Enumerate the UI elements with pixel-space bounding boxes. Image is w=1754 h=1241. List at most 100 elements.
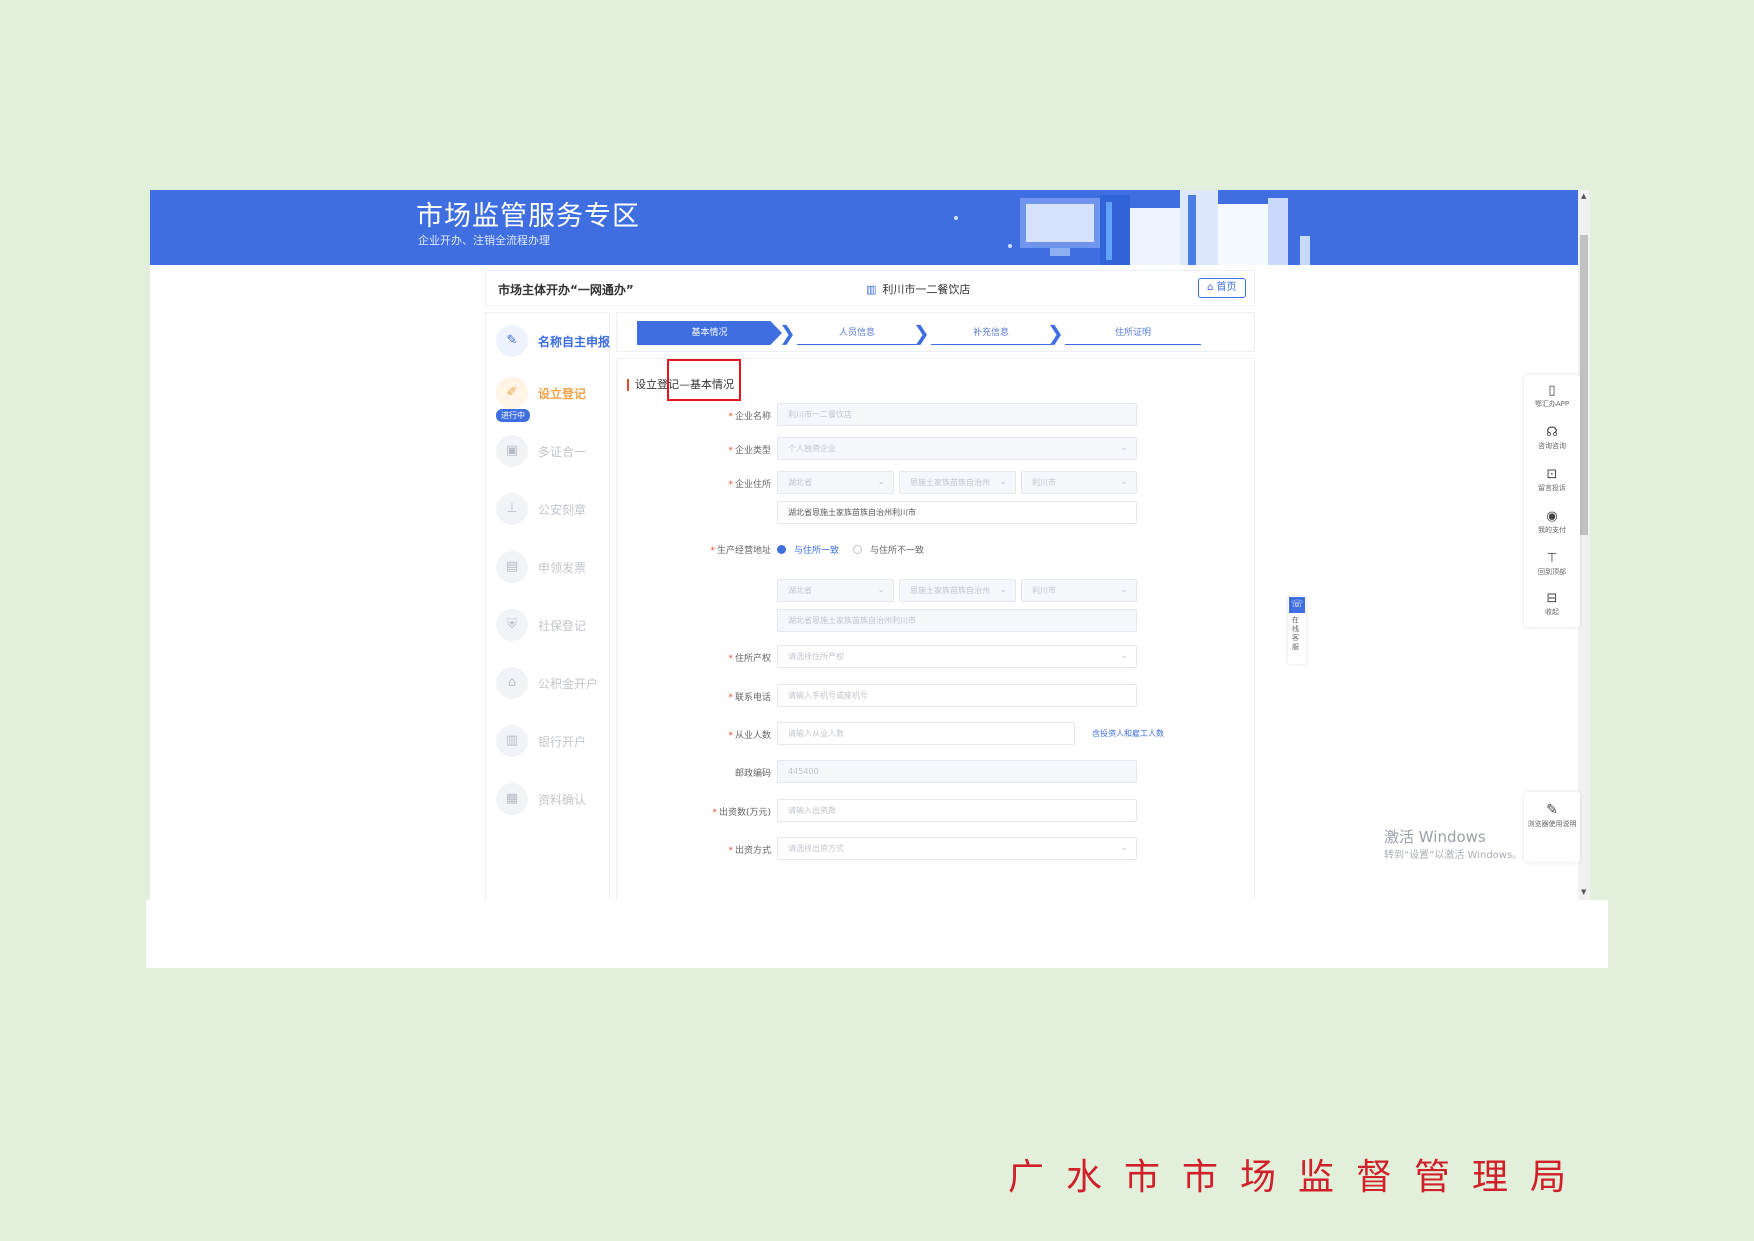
white-strip (146, 900, 1608, 968)
required-mark: * (728, 446, 733, 456)
step-progress-bar: 基本情况 ❯ 人员信息 ❯ 补充信息 ❯ 住所证明 (616, 312, 1255, 352)
service-title: 市场主体开办“一网通办” (498, 283, 634, 297)
toolbar-app-button[interactable]: ▯ 鄂汇办APP (1524, 381, 1580, 423)
chevron-down-icon: ⌄ (1120, 585, 1128, 595)
banner-title: 市场监管服务专区 (416, 201, 640, 232)
toolbar-complaint-button[interactable]: ⊡ 留言投诉 (1524, 465, 1580, 507)
footer-organization: 广水市市场监督管理局 (1008, 1157, 1589, 1198)
step-personnel[interactable]: 人员信息 (797, 321, 917, 345)
toolbar-back-to-top-button[interactable]: ⊤ 回到顶部 (1524, 549, 1580, 591)
sidebar-item-confirm[interactable]: ▦ 资料确认 (486, 779, 611, 819)
header-banner: 市场监管服务专区 企业开办、注销全流程办理 (150, 190, 1590, 265)
company-location-label: * 企业住所 (631, 477, 771, 490)
toolbar-label: 鄂汇办APP (1534, 400, 1570, 408)
chevron-down-icon: ⌄ (877, 585, 885, 595)
windows-activation-hint: 转到“设置”以激活 Windows。 (1384, 850, 1523, 861)
property-right-label: * 住所产权 (631, 651, 771, 664)
location-prefecture-select[interactable]: 恩施土家族苗族自治州 ⌄ (899, 471, 1016, 494)
field-label-text: 出资方式 (734, 846, 771, 856)
sidebar-item-social-security[interactable]: ⛨ 社保登记 (486, 605, 611, 645)
in-progress-badge: 进行中 (496, 409, 530, 422)
step-basic-info[interactable]: 基本情况 (637, 321, 782, 345)
capital-label: * 出资数(万元) (631, 805, 771, 818)
postcode-field[interactable]: 445400 (777, 760, 1137, 783)
sidebar-item-registration[interactable]: ✐ 设立登记 进行中 (486, 373, 611, 422)
chevron-down-icon: ⌄ (1120, 651, 1128, 661)
toolbar-collapse-button[interactable]: ⊟ 收起 (1524, 589, 1580, 631)
business-city-select[interactable]: 利川市 ⌄ (1021, 579, 1137, 602)
required-mark: * (728, 846, 733, 856)
business-detail-input[interactable]: 湖北省恩施土家族苗族自治州利川市 (777, 609, 1137, 632)
scrollbar-thumb[interactable] (1580, 235, 1588, 535)
step-address-proof[interactable]: 住所证明 (1065, 321, 1201, 345)
chevron-down-icon: ⌄ (1120, 443, 1128, 453)
sidebar-item-seal[interactable]: ⊥ 公安刻章 (486, 489, 611, 529)
toolbar-consult-button[interactable]: ☊ 咨询咨询 (1524, 423, 1580, 465)
location-province-select[interactable]: 湖北省 ⌄ (777, 471, 894, 494)
contribution-method-select[interactable]: 请选择出资方式 ⌄ (777, 837, 1137, 860)
radio-dot (853, 545, 862, 554)
online-service-tab[interactable]: ☏ 在线客服 (1288, 596, 1306, 664)
collapse-icon: ⊟ (1546, 591, 1558, 606)
radio-same-as-location[interactable]: 与住所一致 (777, 543, 839, 556)
location-city-select[interactable]: 利川市 ⌄ (1021, 471, 1137, 494)
sidebar-item-name-declaration[interactable]: ✎ 名称自主申报 (486, 321, 611, 361)
sidebar-item-label: 公积金开户 (538, 677, 599, 691)
sidebar-item-housing-fund[interactable]: ⌂ 公积金开户 (486, 663, 611, 703)
select-value: 恩施土家族苗族自治州 (910, 586, 990, 595)
browser-guide-button[interactable]: ✎ 浏览器使用说明 (1524, 792, 1580, 862)
required-mark: * (710, 546, 715, 556)
chevron-right-icon: ❯ (779, 321, 796, 345)
required-mark: * (728, 693, 733, 703)
postcode-label: 邮政编码 (631, 766, 771, 779)
shield-icon: ⛨ (496, 609, 528, 641)
required-mark: * (728, 654, 733, 664)
headset-icon: ☊ (1546, 425, 1558, 440)
pen-icon: ✐ (496, 377, 528, 409)
certificate-icon: ▣ (496, 435, 528, 467)
property-right-select[interactable]: 请选择住所产权 ⌄ (777, 645, 1137, 668)
toolbar-label: 收起 (1545, 608, 1559, 616)
step-supplement[interactable]: 补充信息 (931, 321, 1051, 345)
field-label-text: 企业名称 (734, 412, 771, 422)
browser-screenshot: 市场监管服务专区 企业开办、注销全流程办理 ▲ ▼ 市场主体开办“一网通办” ▥… (150, 190, 1590, 900)
company-indicator: ▥ 利川市一二餐饮店 (866, 281, 970, 297)
sidebar-item-multi-cert[interactable]: ▣ 多证合一 (486, 431, 611, 471)
location-detail-input[interactable]: 湖北省恩施土家族苗族自治州利川市 (777, 501, 1137, 524)
sidebar-item-label: 多证合一 (538, 445, 587, 459)
business-prefecture-select[interactable]: 恩施土家族苗族自治州 ⌄ (899, 579, 1016, 602)
invoice-icon: ▤ (496, 551, 528, 583)
banner-star (954, 216, 958, 220)
scroll-up-arrow-icon[interactable]: ▲ (1581, 192, 1586, 200)
radio-different-location[interactable]: 与住所不一致 (853, 543, 924, 556)
toolbar-payment-button[interactable]: ◉ 我的支付 (1524, 507, 1580, 549)
phone-input[interactable]: 请输入手机号或座机号 (777, 684, 1137, 707)
toolbar-label: 留言投诉 (1538, 484, 1566, 492)
field-label-text: 出资数(万元) (718, 808, 771, 818)
radio-label: 与住所一致 (794, 546, 840, 556)
chevron-down-icon: ⌄ (999, 477, 1007, 487)
sidebar-item-label: 名称自主申报 (538, 335, 611, 349)
house-icon: ⌂ (496, 667, 528, 699)
company-name-field[interactable]: 利川市一二餐饮店 (777, 403, 1137, 426)
highlight-annotation-box (667, 359, 741, 401)
field-label-text: 联系电话 (734, 693, 771, 703)
home-button[interactable]: ⌂ 首页 (1198, 278, 1246, 298)
scroll-down-arrow-icon[interactable]: ▼ (1581, 888, 1586, 896)
document-icon: ▦ (496, 783, 528, 815)
employees-input[interactable]: 请输入从业人数 (777, 722, 1075, 745)
sidebar-item-invoice[interactable]: ▤ 申领发票 (486, 547, 611, 587)
process-sidebar: ✎ 名称自主申报 ✐ 设立登记 进行中 ▣ 多证合一 ⊥ 公安刻章 ▤ 申领发票… (485, 312, 610, 900)
employees-label: * 从业人数 (631, 728, 771, 741)
sidebar-item-label: 社保登记 (538, 619, 587, 633)
select-value: 利川市 (1032, 586, 1056, 595)
employees-hint-link[interactable]: 含投资人和雇工人数 (1092, 728, 1164, 739)
business-province-select[interactable]: 湖北省 ⌄ (777, 579, 894, 602)
phone-label: * 联系电话 (631, 690, 771, 703)
company-type-select[interactable]: 个人独资企业 ⌄ (777, 437, 1137, 460)
capital-input[interactable]: 请输入出资数 (777, 799, 1137, 822)
sidebar-item-bank-account[interactable]: ▥ 银行开户 (486, 721, 611, 761)
arrow-top-icon: ⊤ (1546, 551, 1558, 566)
phone-icon: ☏ (1289, 597, 1305, 613)
toolbar-label: 咨询咨询 (1538, 442, 1566, 450)
